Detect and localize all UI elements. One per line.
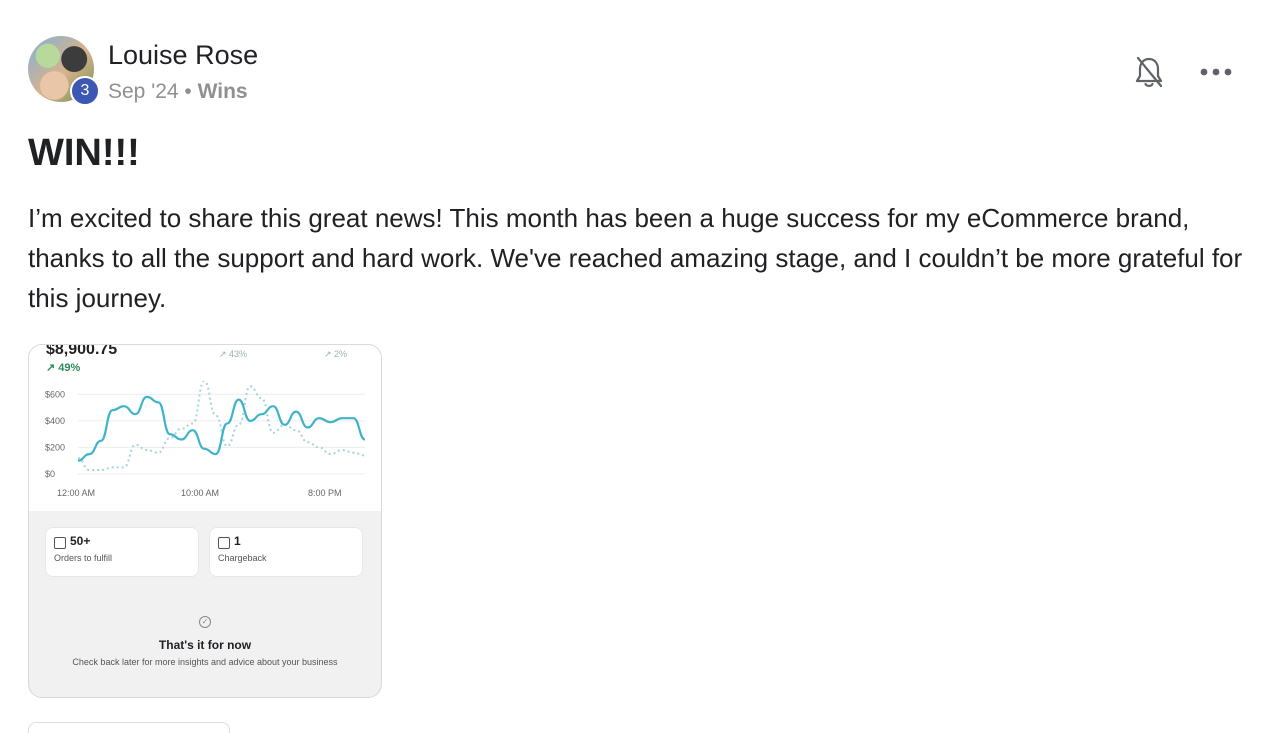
post-title: WIN!!! xyxy=(28,132,140,174)
done-description: Check back later for more insights and a… xyxy=(72,657,338,667)
reaction-bar-edge xyxy=(28,722,230,733)
post-date: Sep '24 xyxy=(108,80,179,103)
y-tick-label: $400 xyxy=(45,416,65,426)
post-meta: Sep '24 • Wins xyxy=(108,80,248,104)
x-tick-label: 8:00 PM xyxy=(308,488,342,498)
author-avatar[interactable]: 3 xyxy=(28,36,100,106)
x-tick-label: 12:00 AM xyxy=(57,488,95,498)
orders-value: 50+ xyxy=(70,534,91,548)
stat-b: ↗ 2% xyxy=(324,349,348,359)
meta-separator: • xyxy=(184,80,192,103)
y-tick-label: $600 xyxy=(45,389,65,399)
chargeback-card[interactable]: 1 Chargeback xyxy=(209,527,363,577)
y-tick-label: $0 xyxy=(45,469,55,479)
attached-image[interactable]: $8,900.75 ↗ 49% ↗ 43% ↗ 2% $600 $400 $200 $… xyxy=(28,344,382,698)
total-sales: $8,900.75 xyxy=(46,344,118,358)
post-body: I’m excited to share this great news! Th… xyxy=(28,203,1243,313)
inbox-icon xyxy=(54,537,66,549)
chargeback-label: Chargeback xyxy=(218,553,267,563)
sales-panel: $8,900.75 ↗ 49% ↗ 43% ↗ 2% $600 $400 $200 $… xyxy=(29,345,381,511)
more-options-icon[interactable] xyxy=(1198,58,1234,86)
level-badge: 3 xyxy=(70,76,100,106)
bell-off-icon[interactable] xyxy=(1132,54,1166,90)
sales-series-line xyxy=(77,395,366,462)
orders-label: Orders to fulfill xyxy=(54,553,113,563)
orders-card[interactable]: 50+ Orders to fulfill xyxy=(45,527,199,577)
post-card: 3 Louise Rose Sep '24 • Wins WIN!!! I’m … xyxy=(0,0,1280,733)
author-name[interactable]: Louise Rose xyxy=(108,40,258,71)
done-title: That's it for now xyxy=(158,638,252,652)
stat-a: ↗ 43% xyxy=(219,349,248,359)
sales-growth: ↗ 49% xyxy=(46,362,81,374)
clipboard-icon xyxy=(218,537,230,549)
sales-chart: $600 $400 $200 $012:00 AM 10:00 AM 8:00 PM xyxy=(45,381,366,498)
check-circle-icon: ✓ xyxy=(199,616,211,628)
y-tick-label: $200 xyxy=(45,442,65,452)
x-tick-label: 10:00 AM xyxy=(181,488,219,498)
chargeback-value: 1 xyxy=(234,534,241,548)
post-category[interactable]: Wins xyxy=(198,80,248,103)
